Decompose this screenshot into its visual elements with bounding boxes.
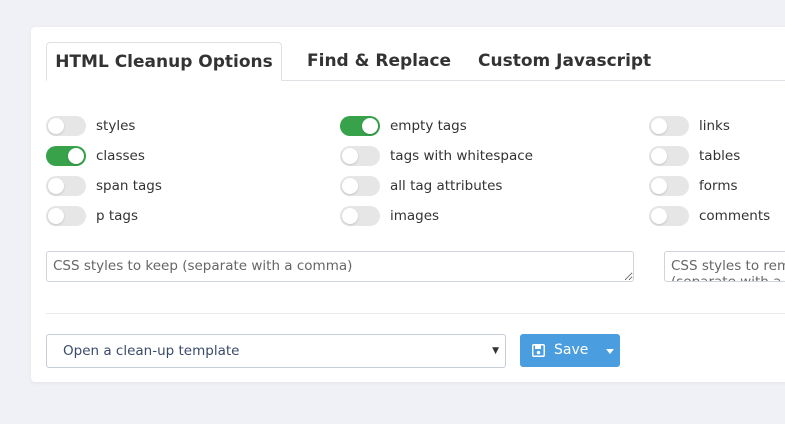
tab-html-cleanup-options[interactable]: HTML Cleanup Options	[46, 42, 282, 81]
caret-down-icon: ▼	[492, 346, 499, 356]
toggle-knob	[362, 118, 378, 134]
toggle-knob	[651, 208, 667, 224]
toggle-switch[interactable]	[340, 116, 380, 136]
divider	[46, 313, 785, 314]
toggle-switch[interactable]	[649, 176, 689, 196]
tab-custom-javascript[interactable]: Custom Javascript	[478, 42, 651, 80]
option-label: links	[699, 118, 730, 134]
toggle-knob	[48, 208, 64, 224]
caret-down-icon	[606, 349, 614, 354]
option-label: empty tags	[390, 118, 467, 134]
option-label: comments	[699, 208, 771, 224]
template-select[interactable]: Open a clean-up template ▼	[46, 334, 506, 368]
toggle-switch[interactable]	[340, 206, 380, 226]
template-select-value: Open a clean-up template	[63, 343, 240, 359]
toggle-knob	[651, 178, 667, 194]
toggle-knob	[342, 208, 358, 224]
toggle-knob	[651, 118, 667, 134]
save-button[interactable]: Save	[520, 334, 598, 367]
option-styles[interactable]: styles	[46, 116, 135, 136]
toggle-switch[interactable]	[46, 176, 86, 196]
tab-bar: HTML Cleanup Options Find & Replace Cust…	[46, 42, 785, 81]
toggle-knob	[342, 148, 358, 164]
option-p-tags[interactable]: p tags	[46, 206, 138, 226]
option-forms[interactable]: forms	[649, 176, 738, 196]
toggle-switch[interactable]	[649, 146, 689, 166]
option-span-tags[interactable]: span tags	[46, 176, 162, 196]
save-options-dropdown[interactable]	[600, 334, 620, 367]
toggle-knob	[342, 178, 358, 194]
toggle-switch[interactable]	[649, 116, 689, 136]
option-label: tags with whitespace	[390, 148, 533, 164]
option-label: classes	[96, 148, 145, 164]
toggle-knob	[651, 148, 667, 164]
option-tags-with-whitespace[interactable]: tags with whitespace	[340, 146, 533, 166]
toggle-switch[interactable]	[46, 146, 86, 166]
toggle-switch[interactable]	[46, 206, 86, 226]
option-label: forms	[699, 178, 738, 194]
option-empty-tags[interactable]: empty tags	[340, 116, 467, 136]
option-label: all tag attributes	[390, 178, 503, 194]
toggle-knob	[48, 118, 64, 134]
option-comments[interactable]: comments	[649, 206, 770, 226]
option-label: images	[390, 208, 440, 224]
option-tables[interactable]: tables	[649, 146, 740, 166]
save-button-label: Save	[554, 342, 589, 358]
option-links[interactable]: links	[649, 116, 730, 136]
css-keep-input[interactable]	[46, 251, 634, 282]
toggle-switch[interactable]	[340, 176, 380, 196]
option-all-tag-attributes[interactable]: all tag attributes	[340, 176, 502, 196]
option-label: p tags	[96, 208, 139, 224]
save-button-group: Save	[520, 334, 620, 367]
toggle-switch[interactable]	[340, 146, 380, 166]
toggle-switch[interactable]	[46, 116, 86, 136]
option-images[interactable]: images	[340, 206, 439, 226]
toggle-knob	[48, 178, 64, 194]
floppy-disk-icon	[532, 344, 545, 357]
option-label: tables	[699, 148, 741, 164]
tab-find-replace[interactable]: Find & Replace	[307, 42, 451, 80]
option-label: styles	[96, 118, 136, 134]
option-label: span tags	[96, 178, 162, 194]
option-classes[interactable]: classes	[46, 146, 145, 166]
toggle-knob	[68, 148, 84, 164]
css-remove-input[interactable]	[664, 251, 785, 282]
toggle-switch[interactable]	[649, 206, 689, 226]
